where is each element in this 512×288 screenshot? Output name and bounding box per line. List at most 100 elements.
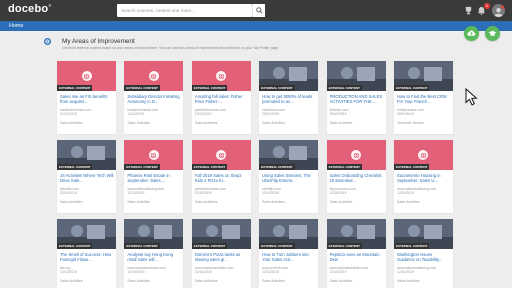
card-title[interactable]: Fall 2019 Sales on Step2 Kids 2 Pizza Ki…	[195, 173, 249, 183]
docebo-logo[interactable]: docebo®	[8, 3, 51, 15]
card-category: Sales Activities	[127, 279, 151, 283]
content-card[interactable]: EXTERNAL CONTENT 16 Activities Where Tech…	[57, 140, 116, 213]
card-thumbnail[interactable]: EXTERNAL CONTENT	[124, 219, 184, 249]
card-thumbnail[interactable]: EXTERNAL CONTENT	[191, 140, 251, 170]
card-date: 12/10/2019	[329, 270, 347, 274]
content-card[interactable]: EXTERNAL CONTENT Amazing fall sales: Fish…	[191, 61, 251, 134]
external-content-tag: EXTERNAL CONTENT	[259, 164, 295, 170]
globe-icon	[351, 150, 362, 160]
card-title[interactable]: The Smell of Success: How Fasmgirl Flowe…	[60, 252, 114, 262]
card-thumbnail[interactable]: EXTERNAL CONTENT	[393, 140, 453, 170]
content-card[interactable]: EXTERNAL CONTENT PRODUCTION AND SALES ACT…	[326, 61, 386, 134]
external-content-tag: EXTERNAL CONTENT	[259, 243, 295, 249]
content-card[interactable]: EXTERNAL CONTENT Fall 2019 Sales on Step2…	[191, 140, 251, 213]
content-card[interactable]: EXTERNAL CONTENT Domino's Pizza tanks as …	[191, 219, 251, 288]
card-title[interactable]: 16 Activities Where Tech Will Drive Sale…	[60, 173, 114, 183]
card-date: 12/10/2019	[396, 270, 414, 274]
card-date: 25/10/2019	[262, 112, 280, 116]
card-title[interactable]: Sales rise as FIS benefits from acquisit…	[60, 94, 114, 104]
external-content-tag: EXTERNAL CONTENT	[191, 85, 228, 91]
content-card[interactable]: EXTERNAL CONTENT Using Sales Streams, The…	[259, 140, 319, 213]
content-card[interactable]: EXTERNAL CONTENT Washington Issues Guidan…	[393, 219, 453, 288]
external-content-tag: EXTERNAL CONTENT	[124, 243, 160, 249]
card-category: Sales Activities	[262, 121, 285, 125]
card-title[interactable]: How to Turn Jobbers into Your Sales Acti…	[262, 252, 316, 262]
search-button[interactable]	[252, 4, 265, 17]
card-thumbnail[interactable]: EXTERNAL CONTENT	[259, 61, 319, 91]
card-date: 22/10/2019	[60, 191, 77, 195]
card-date: 12/10/2019	[262, 270, 280, 274]
user-avatar[interactable]: 1	[492, 4, 505, 17]
card-title[interactable]: Washington Issues Guidance on Taxability…	[397, 252, 451, 262]
card-thumbnail[interactable]: EXTERNAL CONTENT	[259, 219, 319, 249]
card-category: Sales Activities	[127, 121, 151, 125]
card-title[interactable]: Phoenix Real Estate in September: Sales …	[127, 173, 181, 183]
home-link[interactable]: Home	[9, 23, 23, 29]
card-title[interactable]: Subsidiary Directors Making Autonomy in …	[127, 94, 181, 104]
top-bar: docebo® 1 1	[0, 0, 512, 21]
card-title[interactable]: How to Find the Best CRM For Your Franch…	[397, 94, 451, 104]
card-title[interactable]: PRODUCTION AND SALES ACTIVITIES FOR THE …	[330, 94, 384, 104]
card-thumbnail[interactable]: EXTERNAL CONTENT	[124, 140, 184, 170]
card-title[interactable]: Using Sales Streams, The UberFlip Extens…	[262, 173, 316, 183]
content-card[interactable]: EXTERNAL CONTENT Sacramento Housing in Se…	[393, 140, 453, 213]
mouse-cursor-icon	[465, 88, 478, 106]
card-thumbnail[interactable]: EXTERNAL CONTENT	[124, 61, 184, 91]
content-card[interactable]: EXTERNAL CONTENT How to Turn Jobbers into…	[259, 219, 319, 288]
card-category: Sales Activities	[60, 279, 83, 283]
upload-content-button[interactable]	[464, 26, 479, 41]
globe-icon	[148, 71, 159, 81]
card-thumbnail[interactable]: EXTERNAL CONTENT	[191, 61, 251, 91]
content-card[interactable]: EXTERNAL CONTENT Sales rise as FIS benefi…	[57, 61, 116, 134]
card-thumbnail[interactable]: EXTERNAL CONTENT	[326, 219, 386, 249]
messages-badge: 1	[501, 4, 505, 9]
card-category: Sales Activities	[60, 121, 83, 125]
card-date: 12/10/2019	[127, 191, 145, 195]
card-date: 13/11/2019	[194, 112, 212, 116]
content-card[interactable]: EXTERNAL CONTENT How to get 3050% of lead…	[259, 61, 319, 134]
card-title[interactable]: How to get 3050% of leads promoted to ac…	[262, 94, 316, 104]
card-category: Sales Activities	[329, 121, 353, 125]
globe-icon	[216, 71, 227, 81]
notifications-bell-icon[interactable]: 1	[476, 3, 490, 16]
card-title[interactable]: Analysts say Hong Kong retail sales will…	[127, 252, 181, 262]
card-thumbnail[interactable]: EXTERNAL CONTENT	[259, 140, 319, 170]
card-category: Sales Activities	[329, 200, 353, 204]
courses-button[interactable]	[485, 26, 500, 41]
card-title[interactable]: Domino's Pizza tanks as slowing sales gr…	[195, 252, 249, 262]
card-category: Sales Activities	[396, 279, 420, 283]
card-title[interactable]: PepsiCo sees an Mountain Dew	[330, 252, 384, 262]
card-thumbnail[interactable]: EXTERNAL CONTENT	[393, 61, 453, 91]
card-thumbnail[interactable]: EXTERNAL CONTENT	[57, 140, 116, 170]
content-card[interactable]: EXTERNAL CONTENT How to Find the Best CRM…	[393, 61, 453, 134]
card-thumbnail[interactable]: EXTERNAL CONTENT	[393, 219, 453, 249]
content-card[interactable]: EXTERNAL CONTENT Analysts say Hong Kong r…	[124, 219, 184, 288]
card-date: 12/10/2019	[127, 270, 145, 274]
content-grid: EXTERNAL CONTENT Sales rise as FIS benefi…	[57, 61, 453, 288]
card-thumbnail[interactable]: EXTERNAL CONTENT	[57, 219, 116, 249]
card-title[interactable]: Sales Onboarding Checklist: 10 Essential…	[330, 173, 384, 183]
external-content-tag: EXTERNAL CONTENT	[124, 85, 160, 91]
trophy-icon[interactable]	[463, 5, 474, 16]
card-title[interactable]: Amazing fall sales: Fisher Price Fisher-…	[195, 94, 249, 104]
external-content-tag: EXTERNAL CONTENT	[393, 164, 430, 170]
search-input[interactable]	[117, 4, 252, 17]
card-thumbnail[interactable]: EXTERNAL CONTENT	[326, 140, 386, 170]
nav-bar: Home	[0, 21, 512, 31]
external-content-tag: EXTERNAL CONTENT	[57, 164, 93, 170]
external-content-tag: EXTERNAL CONTENT	[259, 85, 295, 91]
external-content-tag: EXTERNAL CONTENT	[191, 164, 228, 170]
card-category: Sales Activities	[127, 200, 151, 204]
card-category: Sales Activities	[262, 279, 285, 283]
content-card[interactable]: EXTERNAL CONTENT Sales Onboarding Checkli…	[326, 140, 386, 213]
card-thumbnail[interactable]: EXTERNAL CONTENT	[191, 219, 251, 249]
content-card[interactable]: EXTERNAL CONTENT The Smell of Success: Ho…	[57, 219, 116, 288]
content-card[interactable]: EXTERNAL CONTENT Subsidiary Directors Mak…	[124, 61, 184, 134]
card-title[interactable]: Sacramento Housing in September: Sales U…	[397, 173, 451, 183]
content-card[interactable]: EXTERNAL CONTENT PepsiCo sees an Mountain…	[326, 219, 386, 288]
external-content-tag: EXTERNAL CONTENT	[57, 243, 93, 249]
card-thumbnail[interactable]: EXTERNAL CONTENT	[326, 61, 386, 91]
external-content-tag: EXTERNAL CONTENT	[393, 85, 430, 91]
card-thumbnail[interactable]: EXTERNAL CONTENT	[57, 61, 116, 91]
content-card[interactable]: EXTERNAL CONTENT Phoenix Real Estate in S…	[124, 140, 184, 213]
